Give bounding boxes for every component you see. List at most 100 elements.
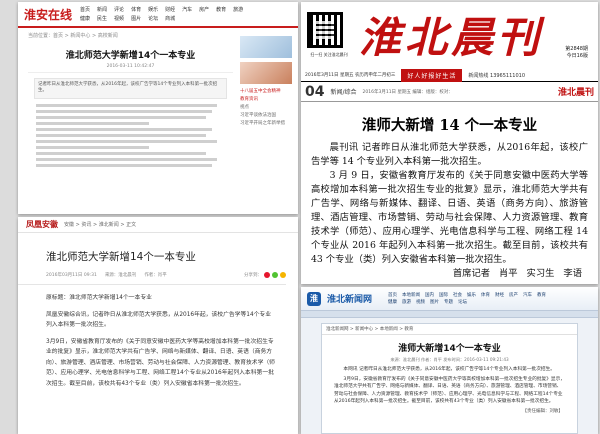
nav-item[interactable]: 图片 bbox=[430, 299, 439, 305]
text-line bbox=[36, 139, 218, 143]
article-meta: 2016-03-11 10:42:47 bbox=[28, 64, 233, 73]
sidebar-link[interactable]: 视点 bbox=[240, 104, 292, 110]
qr-code-icon bbox=[307, 12, 343, 48]
site-header: 凤凰安徽 安徽 > 资讯 > 淮北新闻 > 正文 bbox=[18, 217, 298, 233]
article-source[interactable]: 来源：淮北晨刊 bbox=[105, 272, 137, 278]
nav-item[interactable]: 论坛 bbox=[458, 299, 467, 305]
nav-item[interactable]: 新闻 bbox=[97, 6, 107, 13]
nav-item[interactable]: 首页 bbox=[80, 6, 90, 13]
text-line bbox=[36, 145, 150, 149]
article-paragraph: 3月9日，安徽省教育厅发布的《关于同意安徽中医药大学等高校增加本科第一批次招生专… bbox=[334, 376, 565, 405]
sidebar-link[interactable]: 习近平谈依法治国 bbox=[240, 112, 292, 118]
sidebar-ad-image-2[interactable] bbox=[240, 62, 292, 84]
article-credits: 首席记者 肖平 实习生 李语 bbox=[452, 268, 582, 279]
text-line bbox=[36, 157, 218, 161]
nav-item[interactable]: 健康 bbox=[388, 299, 397, 305]
date-line: 2016年3月11日 星期五 农历丙申年二月初三 bbox=[305, 73, 396, 78]
text-line bbox=[36, 127, 212, 131]
sidebar-link[interactable]: 教育资讯 bbox=[240, 96, 292, 102]
article-author: 作者：肖平 bbox=[144, 273, 167, 278]
nav-item[interactable]: 国际 bbox=[439, 292, 448, 298]
text-line bbox=[36, 109, 212, 113]
text-line bbox=[36, 115, 207, 119]
page-number: 04 bbox=[305, 83, 325, 100]
section-name: 新闻/综合 bbox=[330, 89, 357, 96]
portal-nav: 首页 本地新闻 国内 国际 社会 娱乐 体育 财经 房产 汽车 教育健康 旅游 视频 图片 专题 论坛 bbox=[388, 292, 558, 305]
breadcrumb: 淮北新闻网 > 新闻中心 > 本地新闻 > 教育 bbox=[322, 324, 577, 335]
nav-item[interactable]: 国内 bbox=[425, 292, 434, 298]
nav-item[interactable]: 论坛 bbox=[148, 15, 158, 22]
huaian-portal-screenshot: 淮安在线 首页 新闻 评论 体育 娱乐 财经 汽车 房产 教育 旅游 健康 民生 视频 图片 论坛 商城 当前… bbox=[18, 2, 298, 214]
nav-item[interactable]: 旅游 bbox=[402, 299, 411, 305]
text-line bbox=[36, 133, 207, 137]
ifeng-anhui-screenshot: 凤凰安徽 安徽 > 资讯 > 淮北新闻 > 正文 淮北师范大学新增14个一本专业… bbox=[18, 217, 298, 434]
article-title: 淮师大新增14个一本专业 bbox=[398, 344, 501, 354]
portal-nav: 首页 新闻 评论 体育 娱乐 财经 汽车 房产 教育 旅游健康 民生 视频 图片 论坛 商城 bbox=[80, 6, 250, 22]
portal-logo[interactable]: 淮北新闻网 bbox=[327, 292, 372, 305]
sidebar-ad-image[interactable] bbox=[240, 36, 292, 58]
article-headline: 淮师大新增 14 个一本专业 bbox=[361, 117, 538, 134]
paper-logo: 淮北晨刊 bbox=[557, 88, 594, 98]
article-meta: 来源：淮北晨刊 作者：肖平 发布时间：2016-03-11 09:21:43 bbox=[390, 357, 509, 362]
wechat-share-icon[interactable] bbox=[272, 272, 278, 278]
nav-item[interactable]: 首页 bbox=[388, 292, 397, 298]
nav-item[interactable]: 旅游 bbox=[233, 6, 243, 13]
text-line bbox=[36, 163, 212, 167]
article-paragraph: 3 月 9 日，安徽省教育厅发布的《关于同意安徽中医药大学等高校增加本科第一批次… bbox=[311, 170, 588, 265]
portal-logo[interactable]: 淮安在线 bbox=[24, 6, 72, 23]
breadcrumb: 安徽 > 资讯 > 淮北新闻 > 正文 bbox=[64, 222, 137, 228]
article-card: 淮北新闻网 > 新闻中心 > 本地新闻 > 教育 淮师大新增14个一本专业 来源… bbox=[321, 323, 578, 434]
portal-header: 淮安在线 首页 新闻 评论 体育 娱乐 财经 汽车 房产 教育 旅游健康 民生 视频 图片 论坛 商城 bbox=[18, 2, 298, 28]
nav-item[interactable]: 财经 bbox=[165, 6, 175, 13]
nav-item[interactable]: 专题 bbox=[444, 299, 453, 305]
article: 淮北师范大学新增14个一本专业 2016-03-11 10:42:47 记者昨日… bbox=[28, 42, 233, 170]
nav-item[interactable]: 娱乐 bbox=[148, 6, 158, 13]
nav-item[interactable]: 教育 bbox=[537, 292, 546, 298]
section-bar: 04 新闻/综合 2016年3月11日 星期五 编辑：组版：校对： 淮北晨刊 bbox=[301, 82, 598, 102]
nav-item[interactable]: 社会 bbox=[453, 292, 462, 298]
portal-logo-icon[interactable]: 淮 bbox=[307, 291, 321, 306]
nav-item[interactable]: 娱乐 bbox=[467, 292, 476, 298]
site-logo[interactable]: 凤凰安徽 bbox=[26, 219, 58, 230]
page-count: 今日16版 bbox=[566, 52, 588, 59]
nav-item[interactable]: 视频 bbox=[416, 299, 425, 305]
responsible-editor: 【责任编辑：刘敏】 bbox=[522, 408, 564, 414]
nav-item[interactable]: 房产 bbox=[509, 292, 518, 298]
slogan: 好人好报好生活 bbox=[401, 68, 463, 82]
nav-item[interactable]: 健康 bbox=[80, 15, 90, 22]
article-date: 2016年03月11日 09:31 bbox=[46, 273, 97, 278]
nav-item[interactable]: 视频 bbox=[114, 15, 124, 22]
hotline: 新闻热线 13965111010 bbox=[468, 72, 526, 79]
sidebar-link[interactable]: 习近平开局之年新举措 bbox=[240, 120, 292, 126]
nav-item[interactable]: 评论 bbox=[114, 6, 124, 13]
nav-item[interactable]: 财经 bbox=[495, 292, 504, 298]
text-line bbox=[36, 103, 218, 107]
nav-item[interactable]: 商城 bbox=[165, 15, 175, 22]
article-lead: 晨刊讯 记者昨日从淮北师范大学获悉，从2016年起，该校广告学等 14 个专业列… bbox=[311, 142, 588, 167]
article-summary: 记者昨日从淮北师范大学获悉，从2016年起，该校广告学等14个专业列入本科第一批… bbox=[34, 78, 227, 99]
nav-item[interactable]: 体育 bbox=[131, 6, 141, 13]
article-meta: 2016年03月11日 09:31 来源：淮北晨刊 作者：肖平 分享到： bbox=[18, 272, 286, 285]
article-lead: 凤凰安徽综合讯，记者昨日从淮北师范大学获悉，从2016年起，该校广告学等14个专… bbox=[46, 311, 272, 329]
nav-item[interactable]: 民生 bbox=[97, 15, 107, 22]
qzone-share-icon[interactable] bbox=[280, 272, 286, 278]
issue-number: 第2848期 bbox=[565, 46, 588, 52]
huaibei-daily-clipping: 扫一扫 关注淮北晨刊 淮北晨刊 第2848期 今日16版 2016年3月11日 … bbox=[301, 2, 598, 284]
sub-nav-bar bbox=[301, 311, 598, 318]
nav-item[interactable]: 教育 bbox=[216, 6, 226, 13]
nav-item[interactable]: 汽车 bbox=[523, 292, 532, 298]
nav-item[interactable]: 本地新闻 bbox=[402, 292, 420, 298]
nav-item[interactable]: 房产 bbox=[199, 6, 209, 13]
nav-item[interactable]: 汽车 bbox=[182, 6, 192, 13]
portal-header: 淮 淮北新闻网 首页 本地新闻 国内 国际 社会 娱乐 体育 财经 房产 汽车 教育健康 旅游 视频 图片… bbox=[301, 287, 598, 311]
nav-item[interactable]: 体育 bbox=[481, 292, 490, 298]
weibo-share-icon[interactable] bbox=[264, 272, 270, 278]
newspaper-masthead: 扫一扫 关注淮北晨刊 淮北晨刊 第2848期 今日16版 2016年3月11日 … bbox=[301, 2, 598, 82]
issue-info: 第2848期 今日16版 bbox=[565, 46, 588, 59]
article-lead: 本网讯 记者昨日从淮北师范大学获悉，从2016年起，该校广告学等14个专业列入本… bbox=[343, 367, 555, 372]
article-title: 淮北师范大学新增14个一本专业 bbox=[46, 251, 196, 263]
sidebar-link[interactable]: 十八届五中全会精神 bbox=[240, 88, 292, 94]
nav-item[interactable]: 图片 bbox=[131, 15, 141, 22]
section-meta: 2016年3月11日 星期五 编辑：组版：校对： bbox=[362, 89, 453, 95]
huaibei-news-portal-screenshot: 淮 淮北新闻网 首页 本地新闻 国内 国际 社会 娱乐 体育 财经 房产 汽车 教育健康 旅游 视频 图片… bbox=[301, 287, 598, 434]
